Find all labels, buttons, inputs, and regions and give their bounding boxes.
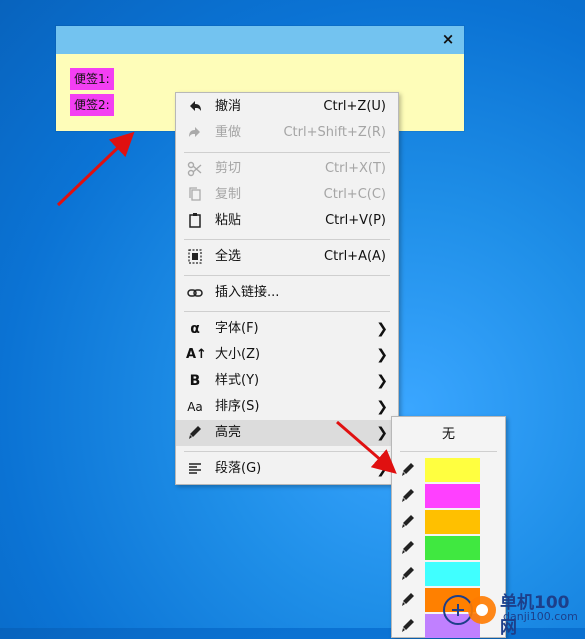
watermark-url: danji100.com (503, 610, 578, 623)
watermark-logo (440, 590, 500, 630)
annotation-arrows (56, 131, 397, 474)
annotation-arrow-1 (56, 131, 135, 207)
annotation-arrow-2 (336, 420, 397, 474)
